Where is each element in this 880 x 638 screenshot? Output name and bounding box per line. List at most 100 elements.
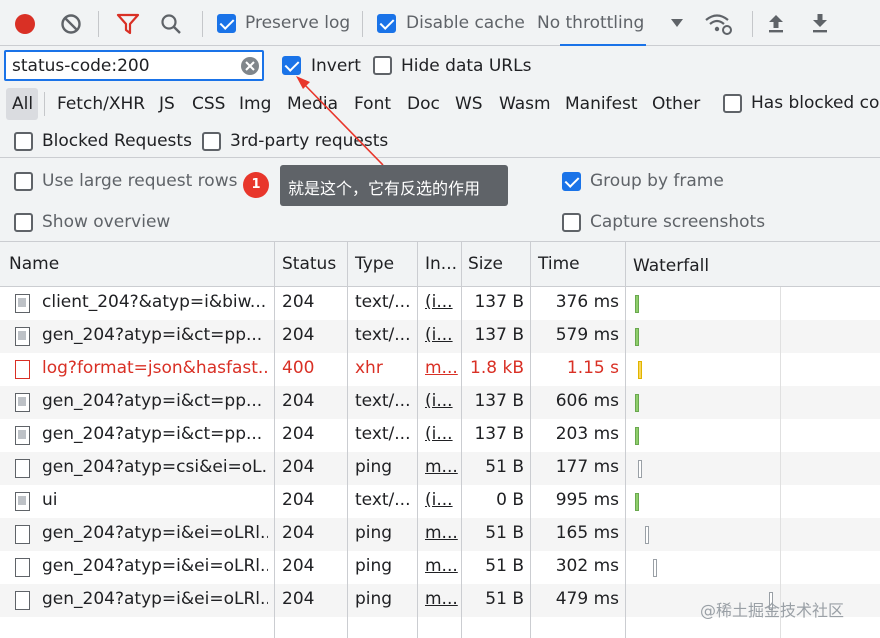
cell-status: 204 — [282, 457, 315, 477]
cell-size: 51 B — [485, 589, 524, 609]
filter-input-box[interactable]: status-code:200 — [4, 50, 264, 81]
cell-initiator[interactable]: (i... — [425, 292, 459, 312]
image-file-icon — [15, 492, 30, 511]
cell-name[interactable]: gen_204?atyp=i&ei=oLRl... — [42, 523, 268, 543]
table-row[interactable]: client_204?&atyp=i&biw... 204 text/... (i..… — [0, 287, 880, 320]
table-row[interactable]: gen_204?atyp=csi&ei=oL... 204 ping m... 51 B… — [0, 452, 880, 485]
cell-status: 204 — [282, 556, 315, 576]
cell-initiator[interactable]: m... — [425, 556, 459, 576]
table-row[interactable]: ui 204 text/... (i... 0 B 995 ms — [0, 485, 880, 518]
cell-name[interactable]: ui — [42, 490, 268, 510]
cell-name[interactable]: gen_204?atyp=i&ct=pp... — [42, 424, 268, 444]
cell-initiator[interactable]: m... — [425, 358, 459, 378]
group-by-frame-checkbox[interactable] — [562, 172, 581, 191]
chevron-down-icon[interactable] — [670, 18, 684, 28]
waterfall-gridline — [780, 287, 781, 638]
type-filter-font[interactable]: Font — [354, 94, 391, 114]
type-filter-manifest[interactable]: Manifest — [565, 94, 638, 114]
watermark: @稀土掘金技术社区 — [700, 601, 845, 620]
cell-name[interactable]: gen_204?atyp=i&ct=pp... — [42, 391, 268, 411]
type-filter-other[interactable]: Other — [652, 94, 700, 114]
cell-name[interactable]: gen_204?atyp=csi&ei=oL... — [42, 457, 268, 477]
type-filter-ws[interactable]: WS — [455, 94, 483, 114]
large-request-rows-label: Use large request rows — [42, 171, 238, 191]
cell-type: ping — [355, 457, 393, 477]
preserve-log-checkbox[interactable] — [217, 14, 236, 33]
column-header-time[interactable]: Time — [538, 254, 580, 274]
type-filter-wasm[interactable]: Wasm — [499, 94, 551, 114]
column-header-type[interactable]: Type — [355, 254, 394, 274]
hide-data-urls-label: Hide data URLs — [401, 56, 532, 76]
throttling-select[interactable]: No throttling — [537, 13, 644, 33]
cell-status: 204 — [282, 523, 315, 543]
table-row[interactable]: gen_204?atyp=i&ei=oLRl... 204 ping m... 51 B… — [0, 551, 880, 584]
column-header-name[interactable]: Name — [9, 254, 59, 274]
cell-type: ping — [355, 523, 393, 543]
cell-initiator[interactable]: (i... — [425, 325, 459, 345]
type-filter-css[interactable]: CSS — [192, 94, 225, 114]
cell-initiator[interactable]: (i... — [425, 424, 459, 444]
cell-time: 177 ms — [555, 457, 619, 477]
export-har-icon[interactable] — [810, 12, 830, 34]
capture-screenshots-checkbox[interactable] — [562, 213, 581, 232]
cell-initiator[interactable]: (i... — [425, 490, 459, 510]
hide-data-urls-checkbox[interactable] — [373, 56, 392, 75]
large-request-rows-checkbox[interactable] — [14, 172, 33, 191]
third-party-requests-checkbox[interactable] — [202, 132, 221, 151]
cell-initiator[interactable]: (i... — [425, 391, 459, 411]
clear-filter-icon[interactable] — [240, 56, 260, 76]
cell-status: 204 — [282, 490, 315, 510]
table-row[interactable]: gen_204?atyp=i&ct=pp... 204 text/... (i... 1… — [0, 419, 880, 452]
image-file-icon — [15, 393, 30, 412]
table-row[interactable]: gen_204?atyp=i&ct=pp... 204 text/... (i... 1… — [0, 386, 880, 419]
file-icon — [15, 360, 30, 379]
cell-initiator[interactable]: m... — [425, 457, 459, 477]
filter-icon[interactable] — [116, 13, 140, 35]
type-filter-media[interactable]: Media — [287, 94, 338, 114]
type-filter-js[interactable]: JS — [159, 94, 175, 114]
capture-screenshots-label: Capture screenshots — [590, 212, 766, 232]
column-header-size[interactable]: Size — [468, 254, 503, 274]
type-filter-fetch-xhr[interactable]: Fetch/XHR — [57, 94, 145, 114]
type-filter-all[interactable]: All — [12, 94, 33, 114]
has-blocked-cookies-checkbox[interactable] — [723, 94, 742, 113]
type-filter-doc[interactable]: Doc — [407, 94, 440, 114]
search-icon[interactable] — [160, 13, 182, 35]
record-icon[interactable] — [14, 13, 36, 35]
network-conditions-icon[interactable] — [704, 12, 734, 36]
cell-name[interactable]: client_204?&atyp=i&biw... — [42, 292, 268, 312]
cell-size: 51 B — [485, 457, 524, 477]
cell-initiator[interactable]: m... — [425, 589, 459, 609]
cell-name[interactable]: gen_204?atyp=i&ei=oLRl... — [42, 589, 268, 609]
column-header-status[interactable]: Status — [282, 254, 336, 274]
cell-name[interactable]: gen_204?atyp=i&ct=pp... — [42, 325, 268, 345]
cell-name[interactable]: gen_204?atyp=i&ei=oLRl... — [42, 556, 268, 576]
cell-status: 204 — [282, 589, 315, 609]
type-filter-img[interactable]: Img — [239, 94, 271, 114]
waterfall-bar — [635, 295, 640, 313]
disable-cache-checkbox[interactable] — [377, 14, 396, 33]
cell-time: 579 ms — [555, 325, 619, 345]
column-header-waterfall[interactable]: Waterfall — [633, 256, 709, 276]
file-icon — [15, 459, 30, 478]
group-by-frame-label: Group by frame — [590, 171, 724, 191]
invert-checkbox[interactable] — [282, 56, 301, 75]
cell-name[interactable]: log?format=json&hasfast... — [42, 358, 268, 378]
cell-size: 137 B — [474, 391, 524, 411]
network-toolbar: Preserve log Disable cache No throttling — [0, 0, 880, 46]
filter-input[interactable]: status-code:200 — [12, 56, 150, 76]
has-blocked-cookies-label: Has blocked coo — [751, 93, 880, 113]
blocked-requests-checkbox[interactable] — [14, 132, 33, 151]
table-row[interactable]: gen_204?atyp=i&ct=pp... 204 text/... (i... 1… — [0, 320, 880, 353]
cell-type: text/... — [355, 424, 411, 444]
cell-status: 400 — [282, 358, 315, 378]
import-har-icon[interactable] — [766, 12, 786, 34]
table-row[interactable]: log?format=json&hasfast... 400 xhr m... 1.8 … — [0, 353, 880, 386]
image-file-icon — [15, 294, 30, 313]
show-overview-checkbox[interactable] — [14, 213, 33, 232]
column-header-initiator[interactable]: In... — [425, 254, 457, 274]
clear-icon[interactable] — [60, 13, 82, 35]
table-row[interactable]: gen_204?atyp=i&ei=oLRl... 204 ping m... 51 B… — [0, 518, 880, 551]
cell-initiator[interactable]: m... — [425, 523, 459, 543]
cell-type: text/... — [355, 391, 411, 411]
